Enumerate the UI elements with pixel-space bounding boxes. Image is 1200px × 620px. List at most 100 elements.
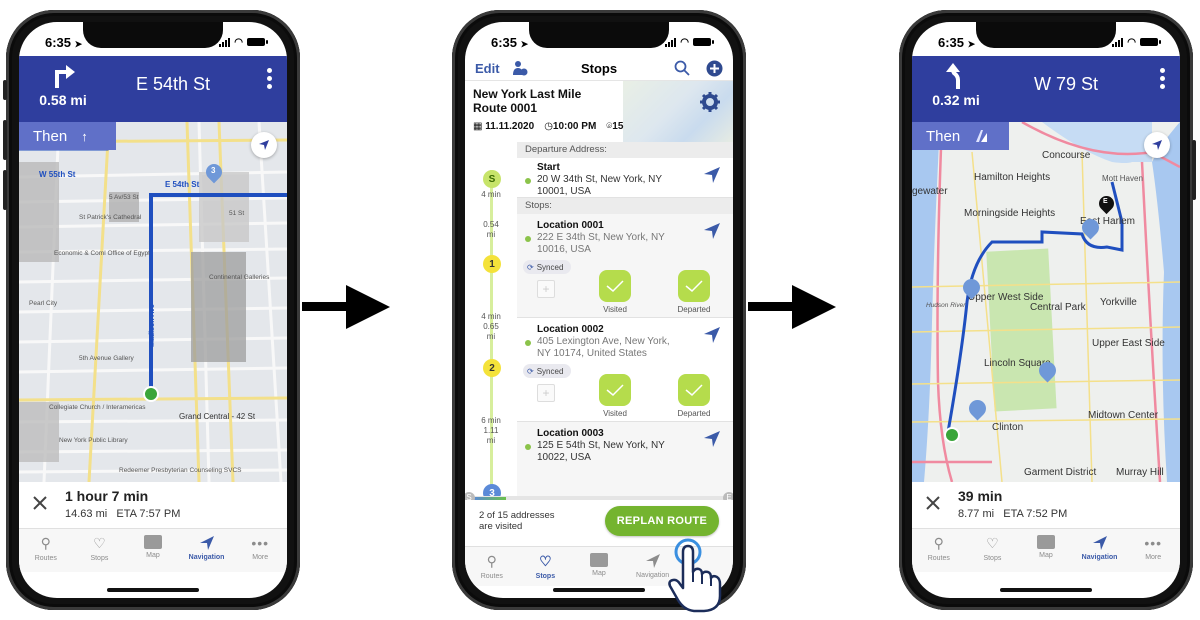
visited-label: Visited: [603, 409, 627, 418]
close-icon[interactable]: [924, 494, 942, 512]
timeline-node-start: S: [483, 170, 501, 188]
stop-card[interactable]: Location 0001 222 E 34th St, New York, N…: [517, 214, 733, 318]
trip-duration: 1 hour 7 min: [65, 488, 149, 504]
battery-icon: [1140, 38, 1161, 46]
tab-routes[interactable]: ⚲ Routes: [465, 547, 519, 586]
departed-button[interactable]: [678, 270, 710, 302]
route-timeline: S 4 min 0.54 mi 1 4 min 0.65 mi 2 6 min …: [465, 142, 517, 496]
start-card[interactable]: Start 20 W 34th St, New York, NY 10001, U…: [517, 158, 733, 198]
trip-distance: 8.77 mi: [958, 508, 995, 520]
trip-eta: ETA 7:57 PM: [116, 508, 181, 520]
page-title: Stops: [580, 60, 618, 76]
signal-icon: [1112, 37, 1124, 47]
add-note-button[interactable]: +: [537, 280, 555, 298]
notch: [83, 22, 223, 48]
stop-card[interactable]: Location 0003 125 E 54th St, New York, N…: [517, 422, 733, 496]
sync-icon: ⟳: [527, 262, 534, 272]
tab-map[interactable]: Map: [1019, 529, 1073, 572]
navigation-map[interactable]: W 55th St E 54th St 5 Av/53 St St Patric…: [19, 122, 287, 482]
maneuver-distance: 0.32 mi: [932, 92, 980, 108]
route-date: 11.11.2020: [485, 121, 535, 132]
visited-label: Visited: [603, 305, 627, 314]
visited-button[interactable]: [599, 374, 631, 406]
more-options-icon[interactable]: [1160, 68, 1166, 89]
navigation-map[interactable]: Concourse Hamilton Heights gewater Mott …: [912, 122, 1180, 482]
area-label: Midtown Center: [1088, 410, 1159, 421]
wifi-icon: ◠: [1127, 36, 1136, 48]
navigate-icon[interactable]: [703, 326, 721, 344]
status-dot: [525, 236, 531, 242]
search-icon[interactable]: [674, 60, 690, 76]
tab-navigation[interactable]: Navigation: [1073, 529, 1127, 572]
area-label: Clinton: [992, 422, 1024, 433]
visited-button[interactable]: [599, 270, 631, 302]
timeline-time: 4 min: [481, 312, 501, 321]
close-icon[interactable]: [31, 494, 49, 512]
maneuver: 0.32 mi: [926, 62, 986, 108]
status-dot: [525, 178, 531, 184]
tab-stops[interactable]: ♡ Stops: [73, 529, 127, 572]
route-card[interactable]: New York Last Mile Route 0001 ▦ 11.11.202…: [465, 80, 733, 143]
tab-stops[interactable]: ♡ Stops: [519, 547, 573, 586]
status-time: 6:35: [45, 34, 72, 50]
tab-navigation[interactable]: Navigation: [180, 529, 234, 572]
trip-meta: 8.77 mi ETA 7:52 PM: [958, 508, 1067, 520]
trip-meta: 14.63 mi ETA 7:57 PM: [65, 508, 180, 520]
routes-icon: ⚲: [40, 535, 51, 551]
status-time: 6:35: [491, 34, 518, 50]
more-icon: •••: [251, 535, 270, 551]
location-arrow-icon: [1152, 140, 1162, 150]
add-driver-icon[interactable]: [512, 60, 528, 76]
more-icon: •••: [1144, 535, 1163, 551]
status-dot: [525, 444, 531, 450]
location-arrow-icon: [259, 140, 269, 150]
location-arrow-icon: ➤: [967, 38, 976, 49]
next-street: E 54th St: [135, 74, 211, 94]
route-map-thumbnail: [623, 81, 733, 143]
tab-map[interactable]: Map: [572, 547, 626, 586]
stop-address: 125 E 54th St, New York, NY 10022, USA: [537, 440, 665, 463]
departed-label: Departed: [677, 409, 711, 418]
end-pin-label: E: [1103, 198, 1108, 205]
navigate-icon[interactable]: [703, 430, 721, 448]
stop-card[interactable]: Location 0002 405 Lexington Ave, New Yor…: [517, 318, 733, 422]
edit-button[interactable]: Edit: [475, 61, 500, 76]
timeline-distance-unit: mi: [486, 436, 496, 445]
area-label: gewater: [912, 186, 948, 197]
gear-icon[interactable]: [699, 91, 721, 113]
tab-routes[interactable]: ⚲ Routes: [19, 529, 73, 572]
replan-route-button[interactable]: REPLAN ROUTE: [605, 506, 719, 536]
recenter-button[interactable]: [1144, 132, 1170, 158]
add-note-button[interactable]: +: [537, 384, 555, 402]
navigate-icon[interactable]: [703, 166, 721, 184]
more-options-icon[interactable]: [267, 68, 273, 89]
calendar-icon: ▦: [473, 121, 483, 132]
visited-summary: 2 of 15 addresses are visited: [479, 510, 555, 532]
tab-map[interactable]: Map: [126, 529, 180, 572]
trip-summary: 39 min 8.77 mi ETA 7:52 PM: [912, 482, 1180, 528]
area-label: Yorkville: [1100, 297, 1137, 308]
navigate-icon[interactable]: [703, 222, 721, 240]
route-time: 10:00 PM: [552, 121, 597, 132]
phone-navigation-1: 6:35 ➤ ◠ 0.58 mi E 54th St W 55th St E 5…: [3, 10, 300, 610]
stops-icon: ♡: [93, 535, 106, 551]
tab-routes[interactable]: ⚲ Routes: [912, 529, 966, 572]
area-label: Garment District: [1024, 467, 1097, 478]
tab-stops[interactable]: ♡ Stops: [966, 529, 1020, 572]
place-label: St Patrick's Cathedral: [79, 214, 142, 221]
place-label: 5th Avenue Gallery: [79, 355, 134, 362]
nav-instruction-header: 0.32 mi W 79 St: [912, 56, 1180, 122]
phone-volume-down: [3, 170, 7, 210]
tab-more[interactable]: ••• More: [1126, 529, 1180, 572]
tab-more[interactable]: ••• More: [233, 529, 287, 572]
map-icon: [1036, 535, 1055, 549]
add-stop-icon[interactable]: [706, 60, 723, 77]
screen: 6:35 ➤ ◠ Edit Stops New York Last Mile Ro…: [465, 22, 733, 598]
routes-icon: ⚲: [486, 553, 497, 569]
recenter-button[interactable]: [251, 132, 277, 158]
phone-stops: 6:35 ➤ ◠ Edit Stops New York Last Mile Ro…: [452, 10, 746, 610]
stops-list[interactable]: S 4 min 0.54 mi 1 4 min 0.65 mi 2 6 min …: [465, 142, 733, 496]
place-label: Grand Central - 42 St: [179, 412, 256, 421]
check-icon: [685, 280, 703, 293]
departed-button[interactable]: [678, 374, 710, 406]
